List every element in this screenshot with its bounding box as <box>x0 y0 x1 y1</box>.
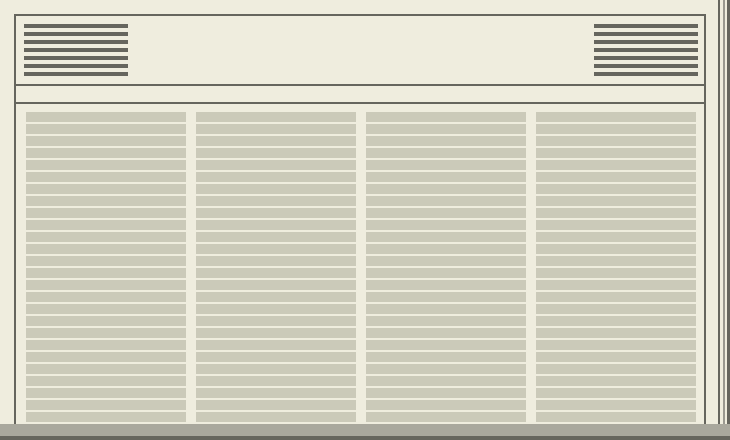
scrollbar-track-line <box>723 0 725 436</box>
list-column-3[interactable] <box>366 112 526 424</box>
grip-lines-icon[interactable] <box>24 24 128 80</box>
panel-header <box>16 16 704 86</box>
horizontal-scrollbar[interactable] <box>0 424 730 440</box>
grip-lines-icon[interactable] <box>594 24 698 80</box>
list-column-4[interactable] <box>536 112 696 424</box>
app-window <box>0 0 730 440</box>
columns-container <box>26 112 698 424</box>
header-subbar <box>16 86 704 104</box>
vertical-scrollbar[interactable] <box>718 0 730 436</box>
list-column-2[interactable] <box>196 112 356 424</box>
main-panel <box>14 14 706 438</box>
list-column-1[interactable] <box>26 112 186 424</box>
scrollbar-bottom-edge <box>0 436 730 440</box>
